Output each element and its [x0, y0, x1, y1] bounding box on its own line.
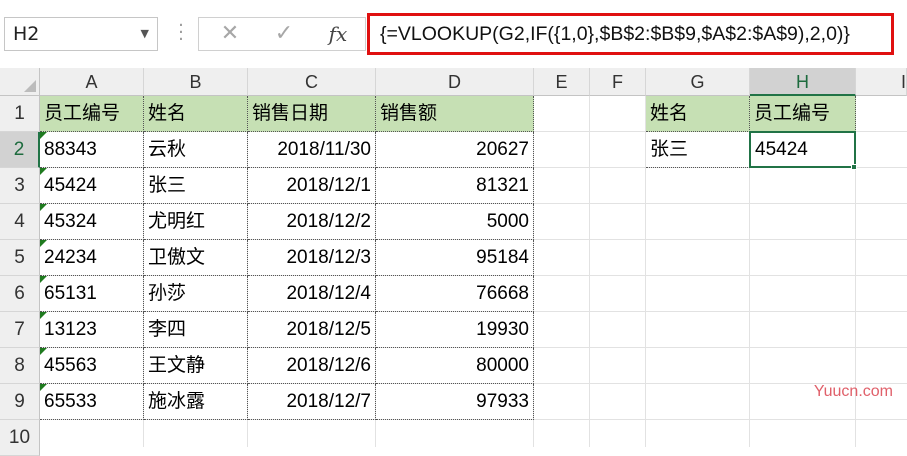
table-cell-name[interactable]: 施冰露 [144, 384, 248, 420]
lookup-header-id[interactable]: 员工编号 [750, 96, 856, 132]
table-cell-date[interactable]: 2018/12/1 [248, 168, 376, 204]
column-header-d[interactable]: D [376, 68, 534, 96]
table-cell-id[interactable]: 45563 [40, 348, 144, 384]
text-number-indicator-icon [40, 348, 47, 355]
gridline [589, 96, 590, 447]
row-header-5[interactable]: 5 [0, 240, 40, 276]
column-header-c[interactable]: C [248, 68, 376, 96]
row-header-10[interactable]: 10 [0, 420, 40, 456]
table-cell-sales[interactable]: 5000 [376, 204, 534, 240]
active-cell-h2[interactable]: 45424 [749, 131, 856, 168]
row-header-6[interactable]: 6 [0, 276, 40, 312]
text-number-indicator-icon [40, 168, 47, 175]
cell-value: 65131 [44, 283, 97, 304]
column-header-f[interactable]: F [590, 68, 646, 96]
table-cell-sales[interactable]: 76668 [376, 276, 534, 312]
name-box-value: H2 [13, 23, 40, 45]
row-header-7[interactable]: 7 [0, 312, 40, 348]
table-cell-id[interactable]: 45324 [40, 204, 144, 240]
cell-value: 88343 [44, 139, 97, 160]
cell-value: 45324 [44, 211, 97, 232]
table-cell-id[interactable]: 24234 [40, 240, 144, 276]
text-number-indicator-icon [40, 384, 47, 391]
table-header-cell[interactable]: 员工编号 [40, 96, 144, 132]
table-cell-sales[interactable]: 97933 [376, 384, 534, 420]
text-number-indicator-icon [40, 132, 47, 139]
fill-handle[interactable] [851, 164, 857, 170]
row-header-1[interactable]: 1 [0, 96, 40, 132]
table-cell-id[interactable]: 88343 [40, 132, 144, 168]
row-header-3[interactable]: 3 [0, 168, 40, 204]
column-header-e[interactable]: E [534, 68, 590, 96]
table-cell-date[interactable]: 2018/12/5 [248, 312, 376, 348]
column-header-b[interactable]: B [144, 68, 248, 96]
text-number-indicator-icon [40, 204, 47, 211]
cell-value: 24234 [44, 247, 97, 268]
name-box[interactable]: H2 ▼ [4, 17, 158, 51]
table-cell-date[interactable]: 2018/12/3 [248, 240, 376, 276]
table-cell-date[interactable]: 2018/12/4 [248, 276, 376, 312]
column-header-g[interactable]: G [646, 68, 750, 96]
table-cell-name[interactable]: 王文静 [144, 348, 248, 384]
table-cell-sales[interactable]: 80000 [376, 348, 534, 384]
formula-buttons: ✕ ✓ fx [198, 17, 366, 51]
watermark: Yuucn.com [813, 383, 893, 400]
table-cell-sales[interactable]: 81321 [376, 168, 534, 204]
insert-function-button[interactable]: fx [311, 18, 365, 50]
lookup-name-cell[interactable]: 张三 [646, 132, 750, 168]
select-all-button[interactable] [0, 68, 40, 96]
row-header-8[interactable]: 8 [0, 348, 40, 384]
text-number-indicator-icon [40, 276, 47, 283]
table-cell-name[interactable]: 张三 [144, 168, 248, 204]
table-header-cell[interactable]: 销售日期 [248, 96, 376, 132]
formula-input[interactable]: {=VLOOKUP(G2,IF({1,0},$B$2:$B$9,$A$2:$A$… [367, 13, 894, 55]
table-cell-sales[interactable]: 95184 [376, 240, 534, 276]
table-cell-sales[interactable]: 19930 [376, 312, 534, 348]
cell-value: 45563 [44, 355, 97, 376]
cell-value: 13123 [44, 319, 97, 340]
table-cell-name[interactable]: 孙莎 [144, 276, 248, 312]
table-cell-id[interactable]: 65131 [40, 276, 144, 312]
lookup-header-name[interactable]: 姓名 [646, 96, 750, 132]
table-cell-date[interactable]: 2018/12/6 [248, 348, 376, 384]
table-cell-name[interactable]: 卫傲文 [144, 240, 248, 276]
row-header-4[interactable]: 4 [0, 204, 40, 240]
close-icon[interactable]: ✕ [203, 18, 257, 50]
cell-value: 65533 [44, 391, 97, 412]
table-header-cell[interactable]: 姓名 [144, 96, 248, 132]
column-header-i[interactable]: I [856, 68, 907, 96]
table-cell-id[interactable]: 65533 [40, 384, 144, 420]
column-header-h[interactable]: H [750, 68, 856, 96]
row-header-9[interactable]: 9 [0, 384, 40, 420]
table-cell-sales[interactable]: 20627 [376, 132, 534, 168]
table-cell-date[interactable]: 2018/11/30 [248, 132, 376, 168]
table-cell-date[interactable]: 2018/12/2 [248, 204, 376, 240]
table-cell-id[interactable]: 13123 [40, 312, 144, 348]
row-header-2[interactable]: 2 [0, 132, 40, 168]
table-cell-name[interactable]: 李四 [144, 312, 248, 348]
column-header-a[interactable]: A [40, 68, 144, 96]
text-number-indicator-icon [40, 240, 47, 247]
table-cell-name[interactable]: 尤明红 [144, 204, 248, 240]
table-cell-name[interactable]: 云秋 [144, 132, 248, 168]
chevron-down-icon[interactable]: ▼ [141, 18, 149, 50]
text-number-indicator-icon [40, 312, 47, 319]
table-header-cell[interactable]: 销售额 [376, 96, 534, 132]
table-cell-date[interactable]: 2018/12/7 [248, 384, 376, 420]
cell-value: 45424 [44, 175, 97, 196]
check-icon[interactable]: ✓ [257, 18, 311, 50]
drag-handle-icon[interactable]: · · · [174, 17, 188, 49]
table-cell-id[interactable]: 45424 [40, 168, 144, 204]
